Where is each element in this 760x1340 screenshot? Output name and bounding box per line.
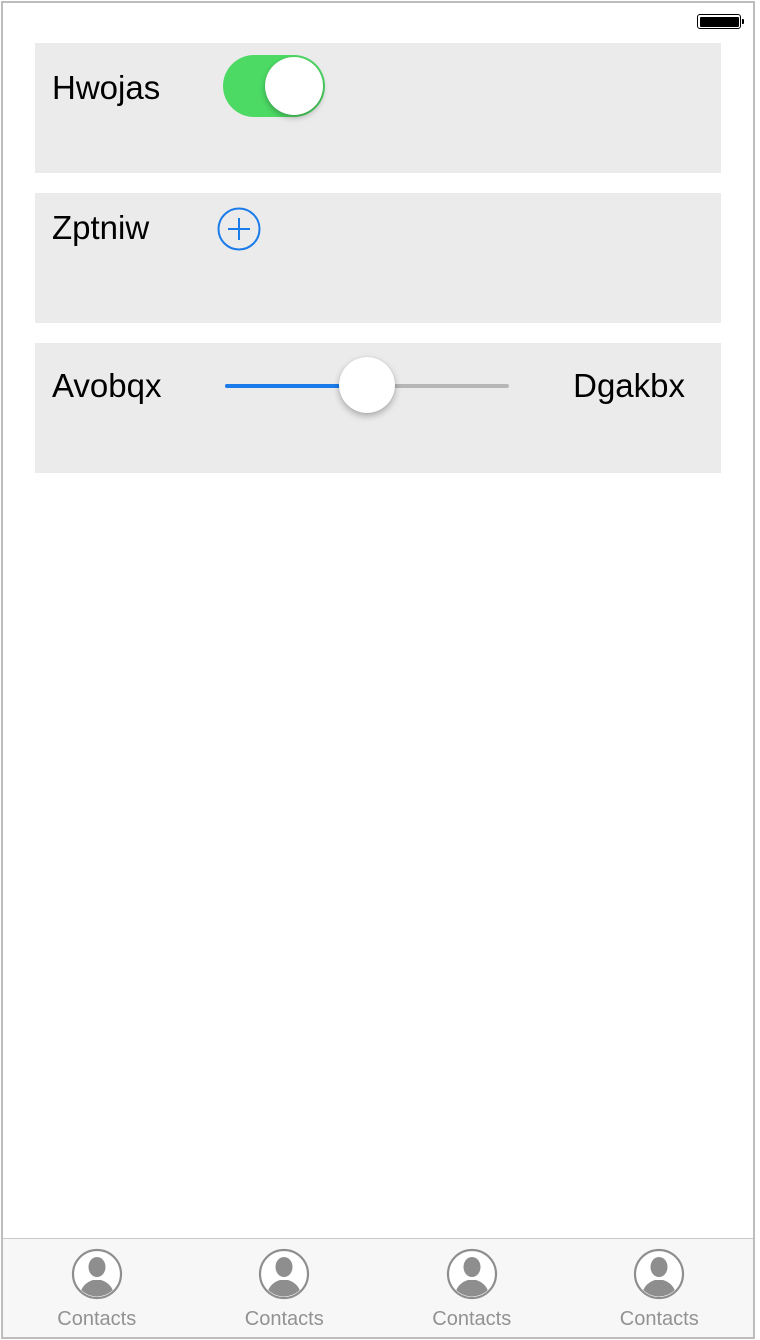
phone-screen: Hwojas Zptniw Avobqx Dgakbx Contacts Con… xyxy=(1,1,755,1339)
contact-person-icon xyxy=(259,1248,310,1300)
toggle-switch[interactable] xyxy=(223,55,325,117)
contact-person-icon xyxy=(634,1248,685,1300)
add-label: Zptniw xyxy=(52,209,150,246)
tab-contacts-4[interactable]: Contacts xyxy=(566,1239,754,1337)
status-bar xyxy=(3,3,753,41)
battery-full-icon xyxy=(697,14,744,29)
tab-contacts-3[interactable]: Contacts xyxy=(378,1239,566,1337)
slider-thumb[interactable] xyxy=(339,357,395,413)
slider-max-label: Dgakbx xyxy=(573,367,685,404)
tab-contacts-2[interactable]: Contacts xyxy=(191,1239,379,1337)
slider-row: Avobqx Dgakbx xyxy=(35,343,721,473)
tab-bar: Contacts Contacts Contacts Contacts xyxy=(3,1238,753,1337)
contact-person-icon xyxy=(71,1248,122,1300)
tab-label: Contacts xyxy=(432,1308,512,1330)
tab-label: Contacts xyxy=(57,1308,137,1330)
contact-person-icon xyxy=(446,1248,497,1300)
plus-circle-icon[interactable] xyxy=(217,207,261,251)
tab-label: Contacts xyxy=(244,1308,324,1330)
slider-min-label: Avobqx xyxy=(52,367,162,404)
add-row: Zptniw xyxy=(35,193,721,323)
tab-label: Contacts xyxy=(619,1308,699,1330)
value-slider[interactable] xyxy=(225,355,509,415)
tab-contacts-1[interactable]: Contacts xyxy=(3,1239,191,1337)
switch-row: Hwojas xyxy=(35,43,721,173)
switch-label: Hwojas xyxy=(52,69,161,106)
switch-knob xyxy=(265,57,323,115)
